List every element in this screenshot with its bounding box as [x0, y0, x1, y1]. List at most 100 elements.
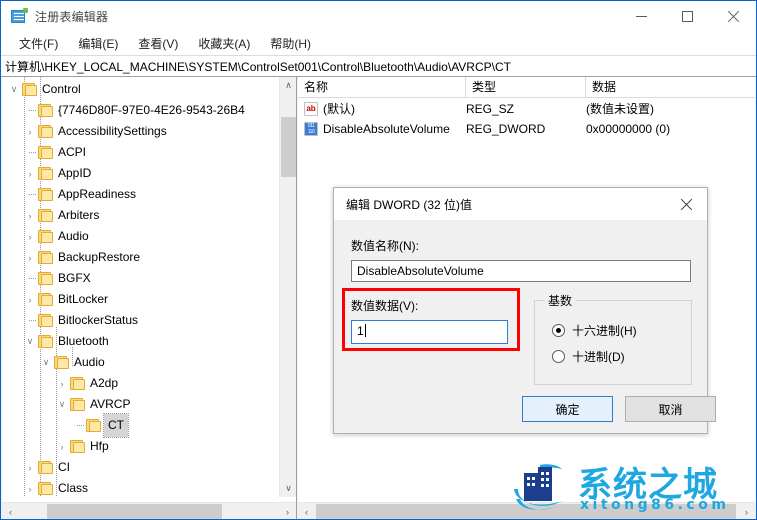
tree-horizontal-scrollbar[interactable]: ‹ ›	[2, 502, 296, 519]
registry-tree[interactable]: ∨ Control {7746D80F-97E0-4E26-9543-26B4 › Ac…	[2, 77, 280, 497]
menu-item-edit[interactable]: 编辑(E)	[68, 33, 128, 54]
chevron-right-icon[interactable]: ›	[22, 478, 38, 497]
folder-icon	[54, 356, 69, 369]
chevron-down-icon[interactable]: ∨	[6, 79, 22, 100]
chevron-right-icon[interactable]: ›	[22, 457, 38, 478]
chevron-down-icon[interactable]: ∨	[54, 394, 70, 415]
dialog-close-button[interactable]	[665, 188, 707, 220]
tree-item-label: BitlockerStatus	[58, 313, 139, 327]
menu-item-favorites[interactable]: 收藏夹(A)	[188, 33, 260, 54]
values-horizontal-scrollbar[interactable]: ‹ ›	[298, 502, 755, 519]
close-icon	[680, 198, 693, 211]
chevron-right-icon[interactable]: ›	[22, 163, 38, 184]
tree-item-bluetooth[interactable]: ∨ Bluetooth	[2, 331, 280, 352]
folder-icon	[38, 335, 53, 348]
folder-icon	[38, 167, 53, 180]
tree-item-label: A2dp	[90, 376, 119, 390]
tree-item-label: AppReadiness	[58, 187, 137, 201]
tree-leaf-connector	[22, 100, 38, 121]
scroll-up-arrow-icon[interactable]: ∧	[280, 77, 297, 94]
chevron-right-icon[interactable]: ›	[22, 289, 38, 310]
radio-hexadecimal[interactable]: 十六进制(H)	[552, 322, 637, 339]
folder-icon	[38, 188, 53, 201]
folder-icon	[38, 104, 53, 117]
tree-item-7746d80f-97e0-4e26-9543-26b4[interactable]: {7746D80F-97E0-4E26-9543-26B4	[2, 100, 280, 121]
table-row[interactable]: DisableAbsoluteVolume REG_DWORD 0x00000000…	[298, 119, 755, 139]
tree-leaf-connector	[22, 142, 38, 163]
tree-item-audio[interactable]: › Audio	[2, 226, 280, 247]
menu-item-help[interactable]: 帮助(H)	[260, 33, 321, 54]
value-data-text: 1	[357, 324, 364, 338]
tree-item-bitlockerstatus[interactable]: BitlockerStatus	[2, 310, 280, 331]
close-button[interactable]	[710, 1, 756, 31]
scroll-left-arrow-icon[interactable]: ‹	[298, 503, 315, 520]
scroll-down-arrow-icon[interactable]: ∨	[280, 480, 297, 497]
cell-type: REG_DWORD	[466, 122, 546, 136]
tree-item-label: BackupRestore	[58, 250, 141, 264]
menu-item-file[interactable]: 文件(F)	[9, 33, 68, 54]
tree-hscroll-thumb[interactable]	[47, 504, 222, 519]
folder-icon	[22, 83, 37, 96]
chevron-down-icon[interactable]: ∨	[38, 352, 54, 373]
tree-leaf-connector	[70, 415, 86, 436]
tree-item-bgfx[interactable]: BGFX	[2, 268, 280, 289]
chevron-right-icon[interactable]: ›	[22, 121, 38, 142]
tree-item-ct[interactable]: CT	[2, 413, 280, 438]
tree-leaf-connector	[22, 184, 38, 205]
chevron-right-icon[interactable]: ›	[22, 247, 38, 268]
scroll-left-arrow-icon[interactable]: ‹	[2, 503, 19, 520]
tree-item-acpi[interactable]: ACPI	[2, 142, 280, 163]
tree-item-label: AccessibilitySettings	[58, 124, 167, 138]
scroll-right-arrow-icon[interactable]: ›	[279, 503, 296, 520]
tree-item-a2dp[interactable]: › A2dp	[2, 373, 280, 394]
tree-item-label: Audio	[74, 355, 105, 369]
value-data-label: 数值数据(V):	[351, 299, 419, 313]
tree-item-control[interactable]: ∨ Control	[2, 79, 280, 100]
folder-icon	[70, 398, 85, 411]
close-icon	[727, 10, 740, 23]
tree-item-label: {7746D80F-97E0-4E26-9543-26B4	[58, 103, 245, 117]
tree-item-ci[interactable]: › CI	[2, 457, 280, 478]
folder-icon	[38, 125, 53, 138]
value-name-input[interactable]: DisableAbsoluteVolume	[351, 260, 691, 282]
radio-decimal[interactable]: 十进制(D)	[552, 348, 625, 365]
folder-icon	[70, 377, 85, 390]
string-value-icon: ab	[304, 102, 318, 116]
tree-item-bitlocker[interactable]: › BitLocker	[2, 289, 280, 310]
values-hscroll-thumb[interactable]	[316, 504, 736, 519]
table-row[interactable]: ab (默认) REG_SZ (数值未设置)	[298, 99, 755, 119]
minimize-button[interactable]	[618, 1, 664, 31]
address-bar[interactable]: 计算机\HKEY_LOCAL_MACHINE\SYSTEM\ControlSet…	[1, 55, 756, 77]
tree-item-avrcp[interactable]: ∨ AVRCP	[2, 394, 280, 415]
tree-item-label: ACPI	[58, 145, 87, 159]
menu-bar: 文件(F) 编辑(E) 查看(V) 收藏夹(A) 帮助(H)	[1, 31, 756, 55]
tree-item-accessibilitysettings[interactable]: › AccessibilitySettings	[2, 121, 280, 142]
tree-item-backuprestore[interactable]: › BackupRestore	[2, 247, 280, 268]
cell-data: (数值未设置)	[586, 102, 654, 116]
tree-item-audio[interactable]: ∨ Audio	[2, 352, 280, 373]
chevron-right-icon[interactable]: ›	[22, 205, 38, 226]
tree-item-appreadiness[interactable]: AppReadiness	[2, 184, 280, 205]
ok-button[interactable]: 确定	[522, 396, 613, 422]
menu-item-view[interactable]: 查看(V)	[128, 33, 188, 54]
column-header-type[interactable]: 类型	[466, 77, 586, 98]
folder-icon	[38, 146, 53, 159]
text-caret	[364, 324, 366, 337]
tree-vertical-scrollbar[interactable]: ∧ ∨	[279, 77, 296, 497]
chevron-right-icon[interactable]: ›	[22, 226, 38, 247]
column-header-name[interactable]: 名称	[298, 77, 466, 98]
chevron-right-icon[interactable]: ›	[54, 373, 70, 394]
tree-item-arbiters[interactable]: › Arbiters	[2, 205, 280, 226]
scroll-right-arrow-icon[interactable]: ›	[738, 503, 755, 520]
column-header-data[interactable]: 数据	[586, 77, 755, 98]
tree-item-class[interactable]: › Class	[2, 478, 280, 497]
registry-tree-pane: ∨ Control {7746D80F-97E0-4E26-9543-26B4 › Ac…	[2, 77, 297, 519]
value-data-input[interactable]: 1	[351, 320, 508, 344]
maximize-button[interactable]	[664, 1, 710, 31]
tree-item-hfp[interactable]: › Hfp	[2, 436, 280, 457]
cancel-button[interactable]: 取消	[625, 396, 716, 422]
chevron-down-icon[interactable]: ∨	[22, 331, 38, 352]
chevron-right-icon[interactable]: ›	[54, 436, 70, 457]
tree-vscroll-thumb[interactable]	[281, 117, 296, 177]
tree-item-appid[interactable]: › AppID	[2, 163, 280, 184]
